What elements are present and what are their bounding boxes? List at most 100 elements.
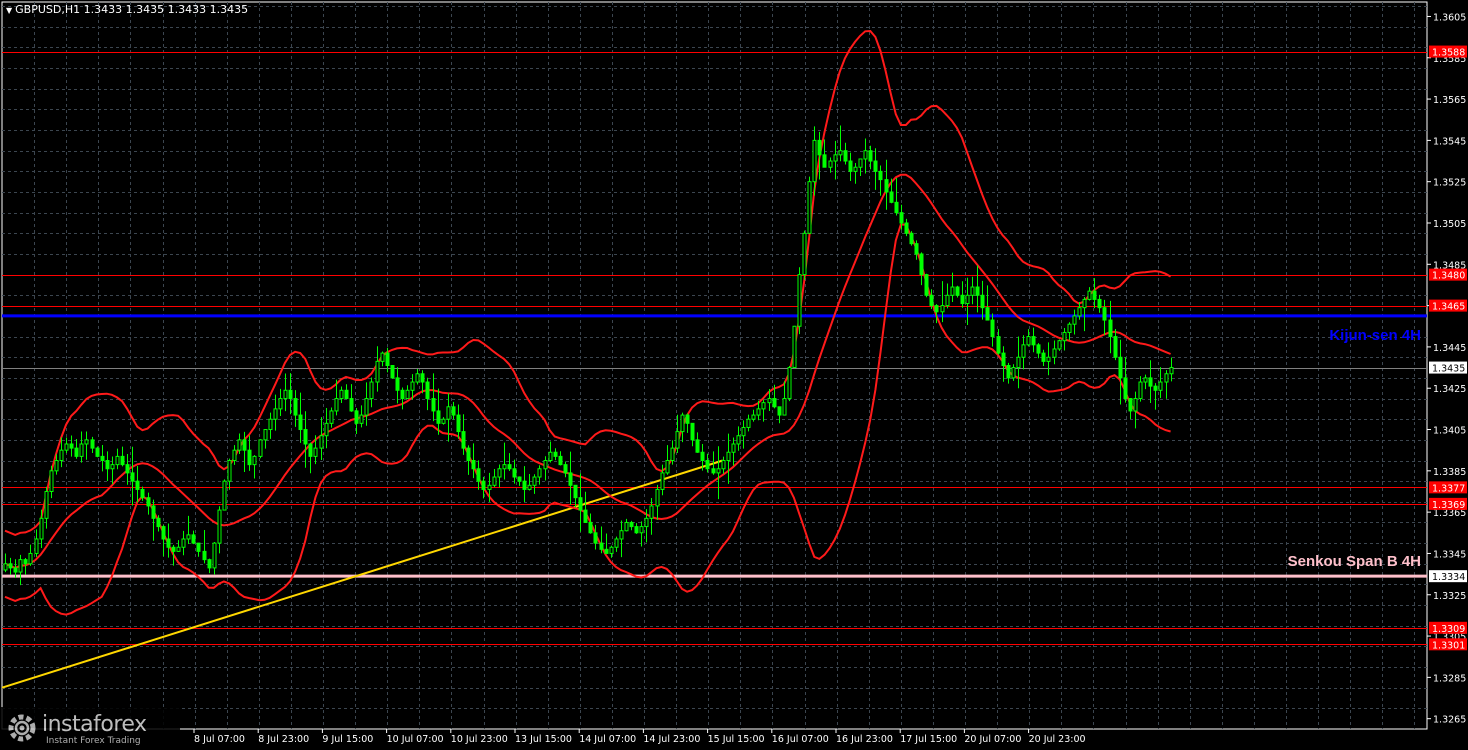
candle-body-bear xyxy=(1006,365,1011,379)
candle xyxy=(583,491,588,523)
level-tag-1.3309: 1.3309 xyxy=(1429,621,1467,635)
candle xyxy=(1102,299,1107,336)
candle-body-bear xyxy=(873,160,878,172)
candle xyxy=(115,448,120,470)
candle-body-bear xyxy=(293,398,298,416)
symbol-header[interactable]: ▼ GBPUSD,H1 1.3433 1.3435 1.3433 1.3435 xyxy=(6,3,248,16)
candle xyxy=(492,469,497,488)
candle-body-bull xyxy=(716,468,721,474)
candle-body-bull xyxy=(1026,336,1031,346)
candle-body-bear xyxy=(436,410,441,424)
price-axis[interactable]: 1.36051.35851.35651.35451.35251.35051.34… xyxy=(1427,12,1467,726)
dropdown-triangle-icon[interactable]: ▼ xyxy=(6,6,12,15)
candle xyxy=(8,557,13,575)
level-tag-1.3480: 1.3480 xyxy=(1429,268,1467,282)
candle xyxy=(293,390,298,427)
candle-body-bull xyxy=(49,470,54,492)
candle-body-bull xyxy=(232,449,237,462)
candle-body-bear xyxy=(1108,319,1113,338)
candle xyxy=(181,530,186,556)
candle-body-bull xyxy=(1082,298,1087,309)
candle-body-bear xyxy=(74,447,79,457)
candle-body-bull xyxy=(761,402,766,410)
candle-body-bear xyxy=(772,398,777,408)
candle-body-bull xyxy=(649,505,654,519)
candle xyxy=(527,473,532,491)
candle-body-bear xyxy=(344,389,349,400)
candle-body-bull xyxy=(787,367,792,400)
candle-body-bull xyxy=(670,447,675,462)
candle xyxy=(543,456,548,481)
time-axis[interactable]: 8 Jul 07:00 8 Jul 23:00 9 Jul 15:00 10 Jul … xyxy=(193,729,1086,745)
price-tick-label: 1.3425 xyxy=(1433,384,1466,395)
price-chart[interactable]: Kijun-sen 4H Senkou Span B 4H 1.3605 1.358… xyxy=(0,0,1468,750)
candle xyxy=(873,148,878,190)
candle xyxy=(624,518,629,532)
candle xyxy=(1087,287,1092,301)
candle-body-bear xyxy=(588,521,593,534)
candle-body-bear xyxy=(990,319,995,338)
candle xyxy=(196,542,201,557)
candle xyxy=(1148,360,1153,404)
candle-body-bull xyxy=(415,373,420,383)
candle-body-bull xyxy=(660,472,665,490)
candle xyxy=(604,533,609,554)
candle-body-bull xyxy=(186,534,191,540)
candle xyxy=(278,388,283,416)
candle xyxy=(202,529,207,564)
candle xyxy=(950,272,955,302)
candle-body-bear xyxy=(90,439,95,449)
candle-body-bull xyxy=(609,546,614,554)
candle-body-bear xyxy=(924,274,929,296)
candle-body-bear xyxy=(975,286,980,296)
candle xyxy=(217,506,222,554)
candle-body-bear xyxy=(288,389,293,400)
candle xyxy=(359,405,364,428)
candle xyxy=(614,536,619,552)
candle-body-bear xyxy=(980,294,985,309)
candle xyxy=(746,414,751,432)
candle xyxy=(466,445,471,475)
candle xyxy=(64,437,69,454)
candle-body-bull xyxy=(1164,373,1169,383)
candle xyxy=(476,460,481,490)
candle xyxy=(69,435,74,457)
candle xyxy=(665,445,670,475)
candle xyxy=(375,346,380,392)
candle-body-bear xyxy=(161,526,166,540)
candle xyxy=(90,436,95,453)
time-tick-label: 20 Jul 23:00 xyxy=(1029,734,1086,745)
candle-body-bull xyxy=(39,517,44,540)
candle-body-bear xyxy=(919,253,924,276)
candle-body-bull xyxy=(802,232,807,276)
chart-window[interactable]: Kijun-sen 4H Senkou Span B 4H 1.3605 1.358… xyxy=(0,0,1468,750)
level-tag-1.3301-text: 1.3301 xyxy=(1432,640,1465,651)
candle xyxy=(1082,297,1087,332)
candle xyxy=(273,394,278,431)
candle-body-bull xyxy=(84,439,89,445)
candle-body-bull xyxy=(1077,307,1082,317)
candle-body-bear xyxy=(899,212,904,224)
chart-labels: Kijun-sen 4H Senkou Span B 4H xyxy=(1288,327,1421,570)
candle-body-bear xyxy=(130,472,135,482)
candle-body-bull xyxy=(34,538,39,554)
candle-body-bull xyxy=(807,181,812,234)
candle xyxy=(502,442,507,480)
candle-body-bear xyxy=(431,398,436,412)
price-tick-label: 1.3345 xyxy=(1433,549,1466,560)
candle-body-bull xyxy=(838,150,843,156)
candle xyxy=(685,413,690,433)
candle-body-bull xyxy=(543,460,548,470)
candle xyxy=(3,553,8,573)
candle xyxy=(161,525,166,557)
candle-body-bull xyxy=(1062,331,1067,342)
candle xyxy=(349,384,354,412)
candle xyxy=(705,453,710,473)
candle-body-bear xyxy=(202,550,207,561)
candle-body-bear xyxy=(1001,352,1006,366)
watermark-brand: instaforex xyxy=(42,712,147,737)
candle-body-bear xyxy=(13,567,18,573)
candle xyxy=(736,426,741,451)
time-tick-label: 16 Jul 23:00 xyxy=(836,734,893,745)
candle-body-bear xyxy=(390,365,395,379)
